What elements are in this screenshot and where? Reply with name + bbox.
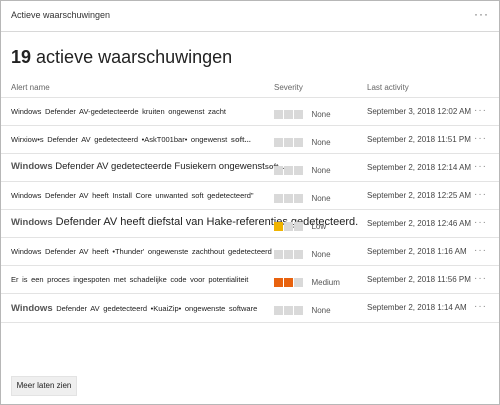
page-title: 19 actieve waarschuwingen [11, 47, 232, 68]
severity-label: None [311, 138, 331, 148]
severity-bar [284, 278, 293, 288]
severity-bar [284, 194, 293, 204]
last-activity: September 2, 2018 11:51 PM [367, 135, 471, 144]
alert-name-prefix: Windows [11, 217, 53, 228]
severity-label: None [311, 110, 331, 120]
severity-bar [274, 222, 283, 232]
severity-bar [294, 278, 303, 288]
alert-name[interactable]: Er is een proces ingespoten met schadeli… [11, 275, 273, 284]
table-row[interactable]: Windows Defender AV heeft Install Core u… [1, 181, 499, 210]
severity-bar [294, 138, 303, 148]
alert-name-text: Defender AV gedetecteerd •KuaiZip• ongew… [56, 304, 258, 313]
row-menu-icon[interactable]: ··· [474, 301, 487, 312]
alert-name[interactable]: Windows Defender AV-gedetecteerde kruite… [11, 107, 273, 116]
severity-bar [274, 166, 283, 176]
severity-bar [294, 194, 303, 204]
severity-indicator: Low [274, 218, 327, 232]
alert-name[interactable]: Windows Defender AV heeft •Thunder' onge… [11, 247, 273, 256]
alerts-widget: Actieve waarschuwingen ··· 19 actieve wa… [0, 0, 500, 405]
alert-name[interactable]: Windows Defender AV gedetecteerd •KuaiZi… [11, 303, 273, 314]
severity-bar [294, 222, 303, 232]
severity-bar [284, 306, 293, 316]
severity-bar [284, 138, 293, 148]
severity-label: Medium [311, 278, 340, 288]
alert-name-text: Defender AV gedetecteerde Fusiekern onge… [55, 161, 265, 172]
severity-bar [284, 110, 293, 120]
severity-label: Low [311, 222, 327, 232]
severity-bar [274, 278, 283, 288]
alert-name-prefix: Windows [11, 161, 53, 172]
severity-label: None [311, 166, 331, 176]
row-menu-icon[interactable]: ··· [474, 189, 487, 200]
row-menu-icon[interactable]: ··· [474, 105, 487, 116]
table-row[interactable]: Wirxiow•s Defender AV gedetecteerd •AskT… [1, 125, 499, 154]
column-last-activity[interactable]: Last activity [367, 83, 409, 92]
severity-bar [274, 250, 283, 260]
last-activity: September 2, 2018 12:25 AM [367, 191, 472, 200]
severity-indicator: None [274, 246, 331, 260]
severity-indicator: None [274, 190, 331, 204]
table-row[interactable]: Windows Defender AV gedetecteerde Fusiek… [1, 153, 499, 182]
more-options-icon[interactable]: ··· [474, 7, 489, 21]
table-row[interactable]: Er is een proces ingespoten met schadeli… [1, 265, 499, 294]
column-severity[interactable]: Severity [274, 83, 303, 92]
severity-indicator: None [274, 302, 331, 316]
alert-count: 19 [11, 47, 32, 67]
severity-bar [294, 250, 303, 260]
alert-name-prefix: Windows [11, 303, 53, 314]
table-row[interactable]: Windows Defender AV-gedetecteerde kruite… [1, 97, 499, 126]
severity-label: None [311, 306, 331, 316]
row-menu-icon[interactable]: ··· [474, 161, 487, 172]
widget-title: Actieve waarschuwingen [11, 10, 111, 20]
row-menu-icon[interactable]: ··· [474, 245, 487, 256]
alert-name-text: Wirxiow•s Defender AV gedetecteerd •AskT… [11, 135, 228, 144]
alert-name[interactable]: Wirxiow•s Defender AV gedetecteerd •AskT… [11, 135, 273, 144]
last-activity: September 2, 2018 11:56 PM [367, 275, 471, 284]
last-activity: September 2, 2018 1:16 AM [367, 247, 467, 256]
show-more-button[interactable]: Meer laten zien [11, 376, 77, 396]
last-activity: September 3, 2018 12:02 AM [367, 107, 472, 116]
row-menu-icon[interactable]: ··· [474, 133, 487, 144]
alert-name[interactable]: Windows Defender AV heeft diefstal van H… [11, 216, 358, 228]
column-alert-name[interactable]: Alert name [11, 83, 50, 92]
severity-bar [294, 166, 303, 176]
table-row[interactable]: Windows Defender AV heeft diefstal van H… [1, 209, 499, 238]
severity-indicator: None [274, 134, 331, 148]
severity-label: None [311, 250, 331, 260]
table-row[interactable]: Windows Defender AV gedetecteerd •KuaiZi… [1, 293, 499, 323]
last-activity: September 2, 2018 12:14 AM [367, 163, 472, 172]
alert-name-extra: soft... [230, 135, 251, 144]
severity-bar [274, 194, 283, 204]
row-menu-icon[interactable]: ··· [474, 217, 487, 228]
severity-indicator: None [274, 162, 331, 176]
row-menu-icon[interactable]: ··· [474, 273, 487, 284]
last-activity: September 2, 2018 12:46 AM [367, 219, 472, 228]
severity-bar [274, 138, 283, 148]
severity-bar [284, 250, 293, 260]
alert-count-label: actieve waarschuwingen [36, 47, 233, 67]
severity-bar [284, 166, 293, 176]
severity-label: None [311, 194, 331, 204]
table-row[interactable]: Windows Defender AV heeft •Thunder' onge… [1, 237, 499, 266]
severity-bar [284, 222, 293, 232]
widget-titlebar: Actieve waarschuwingen ··· [1, 1, 499, 32]
last-activity: September 2, 2018 1:14 AM [367, 303, 467, 312]
severity-bar [274, 110, 283, 120]
alert-name[interactable]: Windows Defender AV gedetecteerde Fusiek… [11, 161, 285, 172]
severity-indicator: Medium [274, 274, 340, 288]
alert-name[interactable]: Windows Defender AV heeft Install Core u… [11, 191, 273, 200]
severity-bar [294, 306, 303, 316]
severity-indicator: None [274, 106, 331, 120]
severity-bar [274, 306, 283, 316]
severity-bar [294, 110, 303, 120]
